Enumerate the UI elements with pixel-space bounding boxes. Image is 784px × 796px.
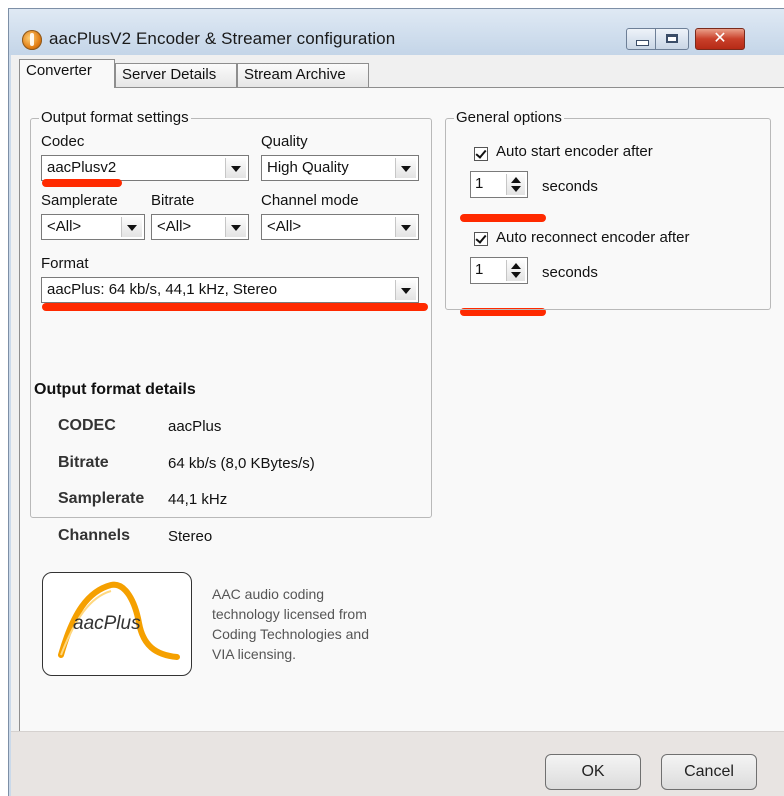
ok-button[interactable]: OK	[545, 754, 641, 790]
tab-converter[interactable]: Converter	[19, 59, 115, 88]
detail-value-codec: aacPlus	[168, 418, 222, 435]
license-note: AAC audio coding technology licensed fro…	[212, 586, 369, 662]
aacplus-logo-text: aacPlus	[73, 613, 141, 634]
detail-value-samplerate: 44,1 kHz	[168, 491, 228, 508]
converter-tab-page: Output format settings Codec aacPlusv2 Q…	[19, 87, 784, 737]
quality-label: Quality	[261, 133, 308, 150]
quality-value: High Quality	[267, 159, 349, 176]
bitrate-select[interactable]: <All>	[151, 214, 249, 240]
format-select[interactable]: aacPlus: 64 kb/s, 44,1 kHz, Stereo	[41, 277, 419, 303]
general-options-group: General options Auto start encoder after…	[445, 109, 771, 310]
chevron-down-icon[interactable]	[395, 280, 416, 300]
quality-select[interactable]: High Quality	[261, 155, 419, 181]
minimize-button[interactable]	[626, 28, 656, 50]
title-bar[interactable]: aacPlusV2 Encoder & Streamer configurati…	[9, 9, 784, 55]
spinner-arrows-icon[interactable]	[506, 260, 525, 281]
detail-key-codec: CODEC	[58, 417, 116, 434]
dialog-footer: OK Cancel	[11, 731, 784, 796]
close-button[interactable]: ✕	[695, 28, 745, 50]
maximize-button[interactable]	[655, 28, 689, 50]
close-icon: ✕	[713, 30, 727, 47]
channel-mode-label: Channel mode	[261, 192, 359, 209]
samplerate-value: <All>	[47, 218, 82, 235]
auto-start-label: Auto start encoder after	[496, 143, 653, 160]
tab-stream-archive[interactable]: Stream Archive	[237, 63, 369, 87]
auto-reconnect-checkbox[interactable]	[474, 232, 488, 246]
detail-key-channels: Channels	[58, 527, 131, 544]
samplerate-select[interactable]: <All>	[41, 214, 145, 240]
chevron-down-icon[interactable]	[121, 217, 142, 237]
annotation-mark	[42, 303, 428, 311]
auto-reconnect-seconds-value: 1	[475, 261, 484, 278]
general-options-legend: General options	[454, 109, 564, 126]
codec-select[interactable]: aacPlusv2	[41, 155, 249, 181]
spinner-arrows-icon[interactable]	[506, 174, 525, 195]
codec-label: Codec	[41, 133, 85, 150]
auto-reconnect-label: Auto reconnect encoder after	[496, 229, 690, 246]
cancel-button[interactable]: Cancel	[661, 754, 757, 790]
output-format-legend: Output format settings	[39, 109, 191, 126]
channel-mode-select[interactable]: <All>	[261, 214, 419, 240]
bitrate-label: Bitrate	[151, 192, 195, 209]
auto-start-seconds-value: 1	[475, 175, 484, 192]
chevron-down-icon[interactable]	[395, 158, 416, 178]
samplerate-label: Samplerate	[41, 192, 118, 209]
window-title: aacPlusV2 Encoder & Streamer configurati…	[49, 29, 396, 48]
detail-key-samplerate: Samplerate	[58, 490, 145, 507]
chevron-down-icon[interactable]	[225, 158, 246, 178]
channel-mode-value: <All>	[267, 218, 302, 235]
bitrate-value: <All>	[157, 218, 192, 235]
format-value: aacPlus: 64 kb/s, 44,1 kHz, Stereo	[47, 281, 278, 298]
auto-start-seconds-spinner[interactable]: 1	[470, 171, 528, 198]
minimize-icon	[636, 40, 649, 46]
chevron-down-icon[interactable]	[395, 217, 416, 237]
format-label: Format	[41, 255, 89, 272]
annotation-mark	[42, 179, 122, 187]
auto-start-unit: seconds	[542, 178, 598, 195]
detail-key-bitrate: Bitrate	[58, 454, 109, 471]
auto-reconnect-seconds-spinner[interactable]: 1	[470, 257, 528, 284]
chevron-down-icon[interactable]	[225, 217, 246, 237]
auto-reconnect-unit: seconds	[542, 264, 598, 281]
config-window: aacPlusV2 Encoder & Streamer configurati…	[8, 8, 784, 796]
app-icon	[22, 30, 42, 50]
auto-start-checkbox[interactable]	[474, 147, 488, 161]
client-area: Converter Server Details Stream Archive …	[11, 55, 784, 796]
maximize-icon	[666, 34, 678, 43]
output-format-details-title: Output format details	[34, 381, 196, 398]
detail-value-channels: Stereo	[168, 528, 213, 545]
codec-value: aacPlusv2	[47, 159, 117, 176]
tab-server-details[interactable]: Server Details	[115, 63, 237, 87]
aacplus-logo: aacPlus	[42, 572, 192, 676]
detail-value-bitrate: 64 kb/s (8,0 KBytes/s)	[168, 455, 315, 472]
